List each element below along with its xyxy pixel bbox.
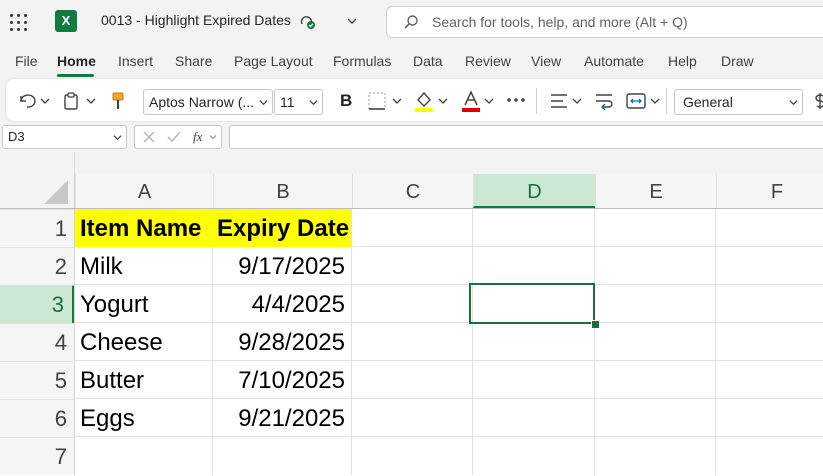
merge-center-icon[interactable] [625, 91, 647, 111]
chevron-down-icon [309, 100, 318, 106]
fill-color-dropdown-icon[interactable] [438, 97, 448, 105]
column-header-a[interactable]: A [75, 174, 213, 208]
paste-icon[interactable] [63, 91, 79, 111]
chevron-down-icon[interactable] [345, 14, 359, 28]
cell-a3[interactable]: Yogurt [75, 285, 212, 323]
search-icon [404, 15, 418, 29]
fill-handle[interactable] [591, 320, 600, 329]
cell-a6[interactable]: Eggs [75, 399, 212, 437]
bold-button[interactable]: B [340, 91, 352, 111]
ribbon-separator [666, 88, 667, 114]
currency-format-icon[interactable] [815, 91, 823, 111]
tab-home[interactable]: Home [57, 53, 96, 69]
cell-a4[interactable]: Cheese [75, 323, 212, 361]
name-box-value: D3 [8, 129, 25, 144]
column-header-d[interactable]: D [473, 174, 595, 208]
tab-file[interactable]: File [15, 53, 38, 69]
chevron-down-icon [789, 100, 798, 106]
cancel-icon[interactable] [143, 131, 155, 143]
merge-dropdown-icon[interactable] [650, 97, 660, 105]
row-header-1[interactable]: 1 [0, 209, 75, 247]
saved-status-icon[interactable] [298, 12, 316, 30]
undo-icon[interactable] [17, 92, 37, 110]
tab-help[interactable]: Help [668, 53, 697, 69]
row-header-2[interactable]: 2 [0, 247, 75, 285]
tab-insert[interactable]: Insert [118, 53, 153, 69]
search-box[interactable]: Search for tools, help, and more (Alt + … [386, 6, 823, 38]
cell-b1[interactable]: Expiry Date [212, 209, 351, 247]
name-box[interactable]: D3 [2, 125, 127, 149]
column-header-e[interactable]: E [595, 174, 716, 208]
font-size-select[interactable]: 11 [274, 89, 323, 115]
column-header-f[interactable]: F [716, 174, 823, 208]
undo-dropdown-icon[interactable] [40, 97, 50, 105]
chevron-down-icon [259, 100, 268, 106]
borders-dropdown-icon[interactable] [392, 97, 402, 105]
wrap-text-icon[interactable] [594, 92, 614, 110]
font-name-value: Aptos Narrow (... [149, 94, 255, 110]
enter-check-icon[interactable] [167, 131, 181, 143]
active-cell-d3[interactable] [469, 283, 595, 324]
app-launcher-icon[interactable] [8, 12, 28, 32]
cell-b5[interactable]: 7/10/2025 [212, 361, 351, 399]
ribbon-separator [536, 88, 537, 114]
insert-function-button[interactable]: fx [193, 129, 202, 145]
cell-b6[interactable]: 9/21/2025 [212, 399, 351, 437]
tab-data[interactable]: Data [413, 53, 443, 69]
tab-draw[interactable]: Draw [721, 53, 754, 69]
row-header-5[interactable]: 5 [0, 361, 75, 399]
document-title[interactable]: 0013 - Highlight Expired Dates [101, 12, 291, 28]
title-bar: X 0013 - Highlight Expired Dates Search … [0, 0, 823, 44]
cell-a2[interactable]: Milk [75, 247, 212, 285]
tab-formulas[interactable]: Formulas [333, 53, 391, 69]
font-color-icon[interactable] [460, 89, 482, 113]
chevron-down-icon [209, 135, 217, 140]
tab-review[interactable]: Review [465, 53, 511, 69]
tab-view[interactable]: View [531, 53, 561, 69]
column-header-c[interactable]: C [352, 174, 473, 208]
number-format-select[interactable]: General [674, 89, 803, 115]
column-header-top [75, 152, 823, 174]
align-dropdown-icon[interactable] [572, 97, 582, 105]
font-color-dropdown-icon[interactable] [484, 97, 494, 105]
row-header-7[interactable]: 7 [0, 437, 75, 475]
cell-b3[interactable]: 4/4/2025 [212, 285, 351, 323]
fill-color-icon[interactable] [413, 89, 435, 113]
formula-input[interactable] [229, 125, 823, 149]
select-all-icon[interactable] [44, 180, 68, 204]
number-format-value: General [683, 94, 733, 110]
row-header-6[interactable]: 6 [0, 399, 75, 437]
font-name-select[interactable]: Aptos Narrow (... [143, 89, 273, 115]
tab-share[interactable]: Share [175, 53, 212, 69]
formula-actions: fx [134, 125, 222, 149]
row-header-4[interactable]: 4 [0, 323, 75, 361]
paste-dropdown-icon[interactable] [86, 97, 96, 105]
cell-a1[interactable]: Item Name [75, 209, 212, 247]
more-options-icon[interactable] [506, 97, 526, 103]
column-header-b[interactable]: B [213, 174, 352, 208]
excel-logo-icon: X [55, 10, 77, 32]
menu-bar: File Home Insert Share Page Layout Formu… [0, 44, 823, 78]
font-size-value: 11 [280, 94, 295, 110]
row-header-3[interactable]: 3 [0, 285, 75, 323]
tab-automate[interactable]: Automate [584, 53, 644, 69]
format-painter-icon[interactable] [110, 91, 126, 111]
search-placeholder: Search for tools, help, and more (Alt + … [432, 14, 688, 30]
cell-b2[interactable]: 9/17/2025 [212, 247, 351, 285]
align-icon[interactable] [549, 92, 569, 110]
cell-a5[interactable]: Butter [75, 361, 212, 399]
tab-page-layout[interactable]: Page Layout [234, 53, 313, 69]
active-tab-indicator [57, 74, 94, 77]
chevron-down-icon [113, 135, 122, 141]
cell-b4[interactable]: 9/28/2025 [212, 323, 351, 361]
borders-icon[interactable] [367, 91, 387, 111]
